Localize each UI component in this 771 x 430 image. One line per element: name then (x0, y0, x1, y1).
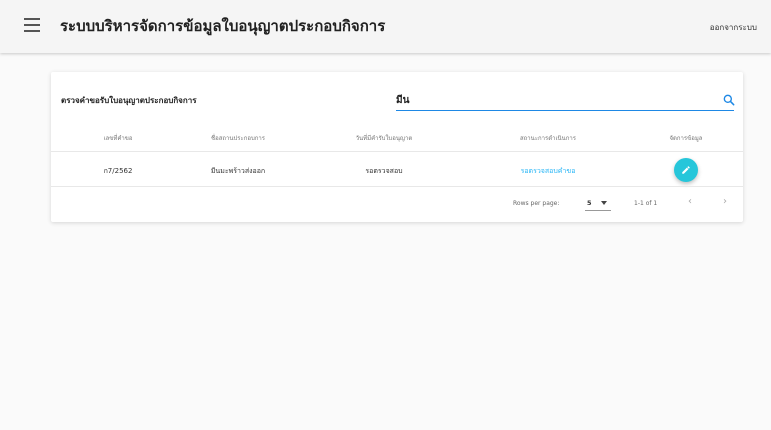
column-header-business-name[interactable]: ชื่อสถานประกอบการ (173, 133, 303, 143)
column-header-request-no[interactable]: เลขที่คำขอ (53, 133, 183, 143)
chevron-right-icon[interactable]: › (723, 196, 727, 207)
business-name-cell: มีนมะพร้าวส่งออก (210, 167, 266, 175)
progress-status-cell: รอตรวจสอบคำขอ (483, 166, 613, 177)
column-header-actions: จัดการข้อมูล (669, 135, 703, 142)
search-icon[interactable] (722, 93, 736, 107)
edit-button[interactable] (674, 158, 698, 182)
rows-per-page-label: Rows per page: (513, 200, 560, 207)
date-status-cell: รอตรวจสอบ (365, 167, 403, 175)
pencil-icon (682, 166, 690, 174)
column-header-status[interactable]: สถานะการดำเนินการ (483, 133, 613, 143)
column-header-date[interactable]: วันที่มีคำรับใบอนุญาต (319, 133, 449, 143)
row-divider (51, 186, 743, 187)
request-card: ตรวจคำขอรับใบอนุญาตประกอบกิจการ เลขที่คำ… (51, 72, 743, 222)
header-divider (51, 151, 743, 152)
logout-button[interactable]: ออกจากระบบ (710, 21, 757, 34)
status-link[interactable]: รอตรวจสอบคำขอ (521, 167, 576, 175)
search-field (396, 92, 736, 111)
request-no-cell: ก7/2562 (103, 167, 133, 175)
rows-per-page-value: 5 (587, 199, 592, 207)
caret-down-icon (601, 201, 607, 205)
app-bar: ระบบบริหารจัดการข้อมูลใบอนุญาตประกอบกิจก… (0, 0, 771, 53)
card-title: ตรวจคำขอรับใบอนุญาตประกอบกิจการ (61, 96, 197, 105)
pagination-range: 1-1 of 1 (634, 200, 658, 207)
app-title: ระบบบริหารจัดการข้อมูลใบอนุญาตประกอบกิจก… (60, 17, 386, 35)
chevron-left-icon[interactable]: ‹ (688, 196, 692, 207)
rows-per-page-select[interactable]: 5 (585, 196, 611, 211)
menu-icon[interactable] (24, 18, 40, 32)
search-input[interactable] (396, 92, 696, 108)
